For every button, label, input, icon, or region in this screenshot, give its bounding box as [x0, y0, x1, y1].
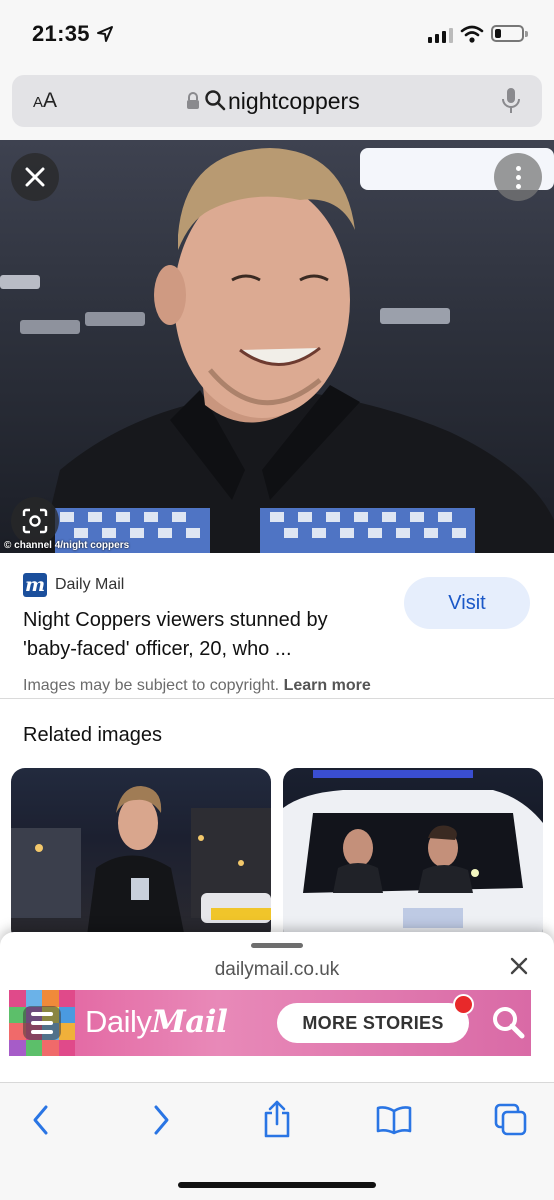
sheet-domain: dailymail.co.uk	[214, 959, 340, 980]
sheet-drag-handle[interactable]	[251, 943, 303, 948]
close-viewer-button[interactable]	[11, 153, 59, 201]
search-icon[interactable]	[490, 1004, 526, 1040]
status-bar: 21:35	[0, 0, 554, 70]
hamburger-menu-icon[interactable]	[23, 1006, 61, 1040]
address-bar[interactable]: AA nightcoppers	[12, 75, 542, 127]
battery-icon	[491, 25, 528, 42]
lens-search-icon	[22, 508, 48, 534]
share-icon[interactable]	[262, 1099, 292, 1139]
daily-mail-banner[interactable]: DailyMail MORE STORIES	[9, 990, 531, 1056]
image-credit: © channel 4/night coppers	[4, 540, 130, 551]
more-vertical-icon	[515, 165, 521, 171]
microphone-icon[interactable]	[501, 87, 521, 115]
source-name: Daily Mail	[55, 576, 125, 593]
related-images-heading: Related images	[23, 724, 162, 746]
cellular-signal-icon	[428, 27, 453, 43]
battery-level	[495, 29, 501, 38]
more-stories-button[interactable]: MORE STORIES	[277, 1003, 469, 1043]
home-indicator[interactable]	[178, 1182, 376, 1188]
search-icon	[205, 90, 226, 111]
result-source[interactable]: m Daily Mail	[23, 573, 124, 597]
wifi-icon	[460, 25, 484, 43]
related-image-thumbnail[interactable]	[11, 768, 271, 943]
notification-dot	[453, 994, 474, 1015]
url-query: nightcoppers	[228, 88, 360, 114]
officer-photo	[40, 148, 554, 553]
copyright-notice: Images may be subject to copyright. Lear…	[23, 677, 371, 694]
daily-mail-logo-icon: m	[23, 573, 47, 597]
learn-more-link[interactable]: Learn more	[284, 677, 371, 694]
daily-mail-wordmark: DailyMail	[85, 1004, 228, 1040]
result-title[interactable]: Night Coppers viewers stunned by 'baby-f…	[23, 606, 383, 664]
link-preview-sheet: dailymail.co.uk DailyMail MORE STORIES	[0, 932, 554, 1082]
close-icon[interactable]	[509, 956, 529, 976]
divider	[0, 698, 554, 699]
forward-chevron-icon[interactable]	[150, 1103, 172, 1137]
close-icon	[25, 167, 45, 187]
result-image[interactable]: © channel 4/night coppers	[0, 140, 554, 553]
lens-search-button[interactable]	[11, 497, 59, 545]
lock-icon	[187, 92, 199, 109]
tabs-icon[interactable]	[494, 1103, 528, 1137]
location-arrow-icon	[97, 26, 113, 42]
back-chevron-icon[interactable]	[30, 1103, 52, 1137]
visit-button[interactable]: Visit	[404, 577, 530, 629]
related-image-thumbnail[interactable]	[283, 768, 543, 943]
status-time: 21:35	[32, 21, 90, 46]
address-bar-area: AA nightcoppers	[0, 70, 554, 140]
text-size-button[interactable]: AA	[33, 89, 57, 113]
more-options-button[interactable]	[494, 153, 542, 201]
bookmarks-book-icon[interactable]	[376, 1105, 412, 1135]
